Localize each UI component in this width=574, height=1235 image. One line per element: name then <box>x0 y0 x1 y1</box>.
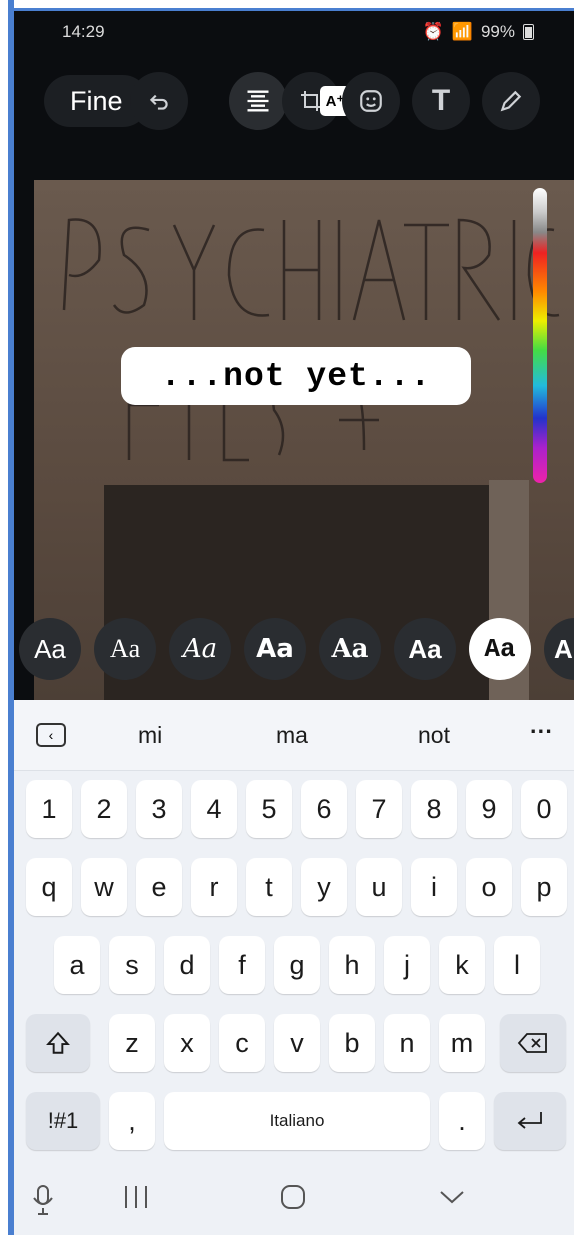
key-v[interactable]: v <box>274 1014 320 1072</box>
battery-level: 99% <box>480 22 515 41</box>
key-d[interactable]: d <box>164 936 210 994</box>
font-option-1[interactable]: Aa <box>19 618 81 680</box>
key-h[interactable]: h <box>329 936 375 994</box>
key-q[interactable]: q <box>26 858 72 916</box>
key-o[interactable]: o <box>466 858 512 916</box>
symbols-key[interactable]: !#1 <box>26 1092 100 1150</box>
key-g[interactable]: g <box>274 936 320 994</box>
enter-key[interactable] <box>494 1092 566 1150</box>
caption-text[interactable]: ...not yet... <box>121 347 471 405</box>
keyboard: ‹ mi ma not ··· 1 2 3 4 5 6 7 8 9 0 q w … <box>14 700 574 1170</box>
hide-keyboard-icon[interactable] <box>438 1184 466 1217</box>
font-option-2[interactable]: Aa <box>94 618 156 680</box>
backspace-key[interactable] <box>500 1014 566 1072</box>
key-k[interactable]: k <box>439 936 485 994</box>
suggestion-2[interactable]: ma <box>276 722 308 749</box>
backspace-icon <box>517 1033 547 1053</box>
key-p[interactable]: p <box>521 858 567 916</box>
key-b[interactable]: b <box>329 1014 375 1072</box>
key-i[interactable]: i <box>411 858 457 916</box>
key-z[interactable]: z <box>109 1014 155 1072</box>
key-9[interactable]: 9 <box>466 780 512 838</box>
key-j[interactable]: j <box>384 936 430 994</box>
more-options-icon[interactable]: ··· <box>530 718 553 745</box>
handwritten-sign-drawing <box>62 218 560 462</box>
font-option-7-selected[interactable]: Aa <box>469 618 531 680</box>
key-0[interactable]: 0 <box>521 780 567 838</box>
font-option-4[interactable]: Aa <box>244 618 306 680</box>
sticker-icon <box>360 90 382 112</box>
key-8[interactable]: 8 <box>411 780 457 838</box>
key-6[interactable]: 6 <box>301 780 347 838</box>
undo-icon <box>149 94 168 110</box>
status-bar: 14:29 ⏰ 📶 99% <box>14 10 574 55</box>
suggestion-1[interactable]: mi <box>138 722 162 749</box>
sticker-button[interactable] <box>342 72 400 130</box>
key-e[interactable]: e <box>136 858 182 916</box>
alarm-icon: ⏰ <box>422 22 444 41</box>
shift-icon <box>46 1031 70 1054</box>
enter-icon <box>517 1112 542 1129</box>
comma-key[interactable]: , <box>109 1092 155 1150</box>
font-style-row: Aa Aa Aa Aa Aa Aa Aa A <box>14 618 574 682</box>
key-2[interactable]: 2 <box>81 780 127 838</box>
key-4[interactable]: 4 <box>191 780 237 838</box>
font-option-8[interactable]: A <box>544 618 574 680</box>
battery-icon <box>523 24 534 40</box>
undo-button[interactable] <box>130 72 188 130</box>
key-5[interactable]: 5 <box>246 780 292 838</box>
suggestion-bar: ‹ mi ma not ··· <box>14 700 574 771</box>
recent-apps-icon[interactable] <box>122 1184 150 1217</box>
window-edge-left <box>8 0 14 1235</box>
key-m[interactable]: m <box>439 1014 485 1072</box>
key-x[interactable]: x <box>164 1014 210 1072</box>
key-1[interactable]: 1 <box>26 780 72 838</box>
shift-key[interactable] <box>26 1014 90 1072</box>
key-3[interactable]: 3 <box>136 780 182 838</box>
key-u[interactable]: u <box>356 858 402 916</box>
wifi-signal-icon: 📶 <box>451 22 473 41</box>
window-edge-top <box>8 8 574 11</box>
key-t[interactable]: t <box>246 858 292 916</box>
align-button[interactable] <box>229 72 287 130</box>
draw-button[interactable] <box>482 72 540 130</box>
key-s[interactable]: s <box>109 936 155 994</box>
align-center-icon <box>247 90 269 112</box>
key-y[interactable]: y <box>301 858 347 916</box>
key-l[interactable]: l <box>494 936 540 994</box>
key-w[interactable]: w <box>81 858 127 916</box>
editor-toolbar: Fine A⁺ T <box>14 72 574 132</box>
navigation-bar <box>14 1170 574 1235</box>
mic-icon[interactable] <box>32 1184 54 1223</box>
period-key[interactable]: . <box>439 1092 485 1150</box>
key-n[interactable]: n <box>384 1014 430 1072</box>
font-option-3[interactable]: Aa <box>169 618 231 680</box>
space-key[interactable]: Italiano <box>164 1092 430 1150</box>
pencil-icon <box>500 90 522 112</box>
collapse-toolbar-icon[interactable]: ‹ <box>36 723 66 747</box>
status-icons: ⏰ 📶 99% <box>423 22 534 42</box>
key-a[interactable]: a <box>54 936 100 994</box>
color-slider[interactable] <box>533 188 547 483</box>
screenshot-frame: 14:29 ⏰ 📶 99% Fine A⁺ T ...not yet... Aa… <box>0 0 574 1235</box>
key-r[interactable]: r <box>191 858 237 916</box>
key-c[interactable]: c <box>219 1014 265 1072</box>
key-f[interactable]: f <box>219 936 265 994</box>
font-option-6[interactable]: Aa <box>394 618 456 680</box>
font-option-5[interactable]: Aa <box>319 618 381 680</box>
key-7[interactable]: 7 <box>356 780 402 838</box>
phone-screen: 14:29 ⏰ 📶 99% Fine A⁺ T ...not yet... Aa… <box>14 10 574 1235</box>
status-time: 14:29 <box>62 22 105 41</box>
home-icon[interactable] <box>280 1184 306 1217</box>
suggestion-3[interactable]: not <box>418 722 450 749</box>
text-button[interactable]: T <box>412 72 470 130</box>
